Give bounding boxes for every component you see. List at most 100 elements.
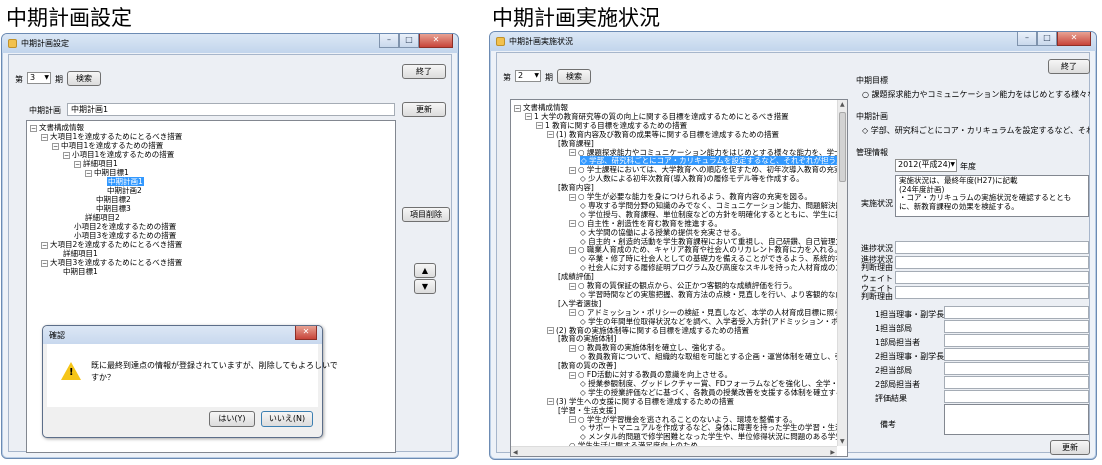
tree-node[interactable]: ◇ 学生の授業評価などに基づく、各教員の授業改善を支援する体制を確立するとともに xyxy=(580,388,847,397)
tree-node[interactable]: [成績評価] xyxy=(558,272,594,281)
tree-node[interactable]: −○ アドミッション・ポリシーの検証・見直しなど、本学の人材育成目標に照らし適切… xyxy=(569,308,847,317)
horizontal-scrollbar[interactable]: ◀ ▶ xyxy=(511,446,837,456)
no-button[interactable]: いいえ(N) xyxy=(261,411,313,427)
collapse-icon[interactable]: − xyxy=(547,131,554,139)
collapse-icon[interactable]: − xyxy=(569,371,576,379)
weight-input[interactable] xyxy=(895,271,1089,284)
tree-node[interactable]: − 小項目1を達成するための措置 xyxy=(63,150,174,159)
tree-node[interactable]: − ○ FD活動に対する教員の意識を向上させる。 xyxy=(569,370,732,379)
tree-node[interactable]: −1 大学の教育研究等の質の向上に関する目標を達成するためにとるべき措置 xyxy=(525,112,789,121)
tree-node[interactable]: −1 教育に関する目標を達成するための措置 xyxy=(536,121,687,130)
tree-node[interactable]: 詳細項目2 xyxy=(85,213,120,222)
tree-node[interactable]: ◇ 学習時間などの実態把握、教育方法の点検・見直しを行い、より客観的な成績評 xyxy=(580,290,847,299)
collapse-icon[interactable]: − xyxy=(547,327,554,334)
collapse-icon[interactable]: − xyxy=(569,344,576,352)
collapse-icon[interactable]: − xyxy=(85,169,92,177)
tree-node[interactable]: − 大項目2を達成するためにとるべき措置 xyxy=(41,240,182,249)
tree-node[interactable]: − ○ 学士課程においては、大学教育への順応を促すため、初年次導入教育の充実を図る… xyxy=(569,165,847,174)
term-select[interactable]: 2 ▼ xyxy=(515,70,541,82)
tree-node[interactable]: [教育内容] xyxy=(558,183,594,192)
tree-node[interactable]: ◇ 専攻する学問分野の知識のみでなく、コミュニケーション能力、問題解決能力、情報 xyxy=(580,201,847,210)
tree-node[interactable]: 中期計画2 xyxy=(107,186,142,195)
scroll-thumb[interactable] xyxy=(839,112,846,182)
department2-input[interactable] xyxy=(944,362,1089,375)
close-icon[interactable]: ✕ xyxy=(419,34,453,48)
weight-reason-input[interactable] xyxy=(895,286,1089,299)
tree-node[interactable]: [教育の質の改善] xyxy=(558,361,616,370)
maximize-icon[interactable]: □ xyxy=(1037,32,1057,46)
tree-node[interactable]: 詳細項目1 xyxy=(63,249,98,258)
collapse-icon[interactable]: − xyxy=(30,124,37,132)
minimize-icon[interactable]: – xyxy=(379,34,399,48)
tree-node[interactable]: − ○ 自主性・創造性を育む教育を推進する。 xyxy=(569,219,722,228)
update-button[interactable]: 更新 xyxy=(402,102,446,117)
tree-node[interactable]: − 文書構成情報 xyxy=(30,123,84,132)
collapse-icon[interactable]: − xyxy=(74,160,81,168)
yes-button[interactable]: はい(Y) xyxy=(209,411,255,427)
collapse-icon[interactable]: − xyxy=(525,113,532,121)
collapse-icon[interactable]: − xyxy=(514,104,521,112)
collapse-icon[interactable]: − xyxy=(536,122,543,130)
progress-reason-input[interactable] xyxy=(895,256,1089,269)
tree-node[interactable]: [教育課程] xyxy=(558,139,594,148)
tree-node[interactable]: − 中期目標1 xyxy=(85,168,129,177)
director2-input[interactable] xyxy=(944,348,1089,361)
tree-node[interactable]: ◇ 大学間の協働による授業の提供を充実させる。 xyxy=(580,228,745,237)
tree-node[interactable]: 中期目標1 xyxy=(63,267,98,276)
collapse-icon[interactable]: − xyxy=(569,193,576,201)
collapse-icon[interactable]: − xyxy=(569,416,576,423)
tree-node[interactable]: ◇ 社会人に対する履修証明プログラム及び高度なスキルを持った人材育成のための xyxy=(580,263,847,272)
tree-node[interactable]: 中期目標2 xyxy=(96,195,131,204)
tree-node[interactable]: ◇ 授業参観制度、グッドレクチャー賞、FDフォーラムなどを強化し、全学・各学部及… xyxy=(580,379,847,388)
tree-node[interactable]: − ○ 学生が必要な能力を身につけられるよう、教育内容の充実を図る。 xyxy=(569,192,812,201)
plan-name-input[interactable]: 中期計画1 xyxy=(67,103,395,116)
collapse-icon[interactable]: − xyxy=(569,282,576,290)
search-button[interactable]: 検索 xyxy=(557,69,591,84)
tree-node[interactable]: − 文書構成情報 xyxy=(514,103,568,112)
tree-node[interactable]: ◇ メンタル的問題で修学困難となった学生や、単位修得状況に問題のある学生、留学 xyxy=(580,432,847,441)
collapse-icon[interactable]: − xyxy=(41,133,48,141)
tree-node[interactable]: − ○ 教育の質保証の観点から、公正かつ客観的な成績評価を行う。 xyxy=(569,281,796,290)
close-icon[interactable]: ✕ xyxy=(295,326,317,340)
collapse-icon[interactable]: − xyxy=(569,246,576,254)
tree-node[interactable]: ◇ 教員教育について、組織的な取組を可能とする企画・運営体制を確立し、強化する xyxy=(580,352,847,361)
minimize-icon[interactable]: – xyxy=(1017,32,1037,46)
collapse-icon[interactable]: − xyxy=(41,259,48,267)
tree-node[interactable]: [入学者選抜] xyxy=(558,299,601,308)
remarks-text-area[interactable] xyxy=(944,404,1089,435)
tree-node[interactable]: ◇ 少人数による初年次教育(導入教育)の履修モデル等を作成する。 xyxy=(580,174,804,183)
tree-node[interactable]: − (3) 学生への支援に関する目標を達成するための措置 xyxy=(547,397,734,406)
collapse-icon[interactable]: − xyxy=(63,151,70,159)
status-text-area[interactable]: 実施状況は、最終年度(H27)に記載 (24年度計画) ・コア・カリキュラムの実… xyxy=(895,175,1089,217)
close-icon[interactable]: ✕ xyxy=(1057,32,1091,46)
tree-node[interactable]: 小項目2を達成するための措置 xyxy=(74,222,176,231)
evaluation-input[interactable] xyxy=(944,390,1089,403)
tree-node[interactable]: − 大項目1を達成するためにとるべき措置 xyxy=(41,132,182,141)
collapse-icon[interactable]: − xyxy=(569,149,576,156)
structure-tree[interactable]: − 文書構成情報 −1 大学の教育研究等の質の向上に関する目標を達成するためにとるべ… xyxy=(510,99,848,457)
tree-node[interactable]: [学習・生活支援] xyxy=(558,406,616,415)
tree-node[interactable]: − (1) 教育内容及び教育の成果等に関する目標を達成するための措置 xyxy=(547,130,779,139)
tree-node[interactable]: − ○ 教員教育の実施体制を確立し、強化する。 xyxy=(569,343,729,352)
tree-node[interactable]: − 中項目1を達成するための措置 xyxy=(52,141,163,150)
vertical-scrollbar[interactable]: ▲ ▼ xyxy=(837,100,847,446)
department1-input[interactable] xyxy=(944,320,1089,333)
update-button[interactable]: 更新 xyxy=(1050,440,1090,455)
collapse-icon[interactable]: − xyxy=(569,309,576,317)
term-select[interactable]: 3 ▼ xyxy=(27,72,51,84)
collapse-icon[interactable]: − xyxy=(52,142,59,150)
delete-item-button[interactable]: 項目削除 xyxy=(402,207,450,222)
staff2-input[interactable] xyxy=(944,376,1089,389)
move-down-button[interactable]: ▼ xyxy=(414,279,436,294)
director1-input[interactable] xyxy=(944,306,1089,319)
exit-button[interactable]: 終了 xyxy=(1048,59,1090,74)
staff1-input[interactable] xyxy=(944,334,1089,347)
collapse-icon[interactable]: − xyxy=(41,241,48,249)
move-up-button[interactable]: ▲ xyxy=(414,263,436,278)
exit-button[interactable]: 終了 xyxy=(402,64,446,79)
tree-node[interactable]: 中期目標3 xyxy=(96,204,131,213)
scroll-left-icon[interactable]: ◀ xyxy=(513,448,518,456)
tree-node[interactable]: − 詳細項目1 xyxy=(74,159,118,168)
collapse-icon[interactable]: − xyxy=(569,220,576,228)
fiscal-year-select[interactable]: 2012(平成24) ▼ xyxy=(895,159,957,172)
